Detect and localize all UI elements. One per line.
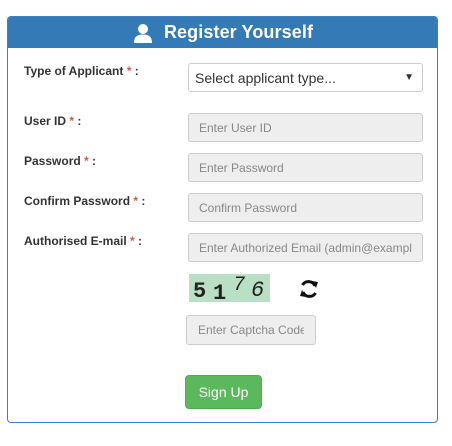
- password-input[interactable]: [188, 153, 423, 182]
- applicant-type-select[interactable]: Select applicant type... ▼: [188, 63, 423, 92]
- refresh-icon[interactable]: [298, 278, 320, 300]
- chevron-down-icon: ▼: [404, 72, 414, 83]
- confirm-password-label: Confirm Password * :: [24, 194, 146, 208]
- password-label: Password * :: [24, 154, 97, 168]
- email-label: Authorised E-mail * :: [24, 234, 143, 248]
- svg-text:6: 6: [251, 278, 264, 302]
- confirm-password-input[interactable]: [188, 193, 423, 222]
- applicant-type-selected: Select applicant type...: [195, 69, 336, 86]
- svg-text:5: 5: [193, 279, 206, 302]
- register-panel: Register Yourself Type of Applicant * : …: [7, 16, 438, 423]
- page-title: Register Yourself: [163, 22, 314, 42]
- panel-header: Register Yourself: [8, 17, 437, 48]
- svg-text:7: 7: [233, 274, 245, 297]
- email-input[interactable]: [188, 233, 423, 262]
- svg-text:1: 1: [213, 281, 226, 302]
- sign-up-button[interactable]: Sign Up: [185, 375, 262, 409]
- captcha-image: 5 1 7 6: [189, 274, 270, 302]
- applicant-type-label: Type of Applicant * :: [24, 64, 139, 78]
- user-id-label: User ID * :: [24, 114, 82, 128]
- user-id-input[interactable]: [188, 113, 423, 142]
- user-icon: [132, 23, 154, 43]
- captcha-input[interactable]: [186, 315, 316, 345]
